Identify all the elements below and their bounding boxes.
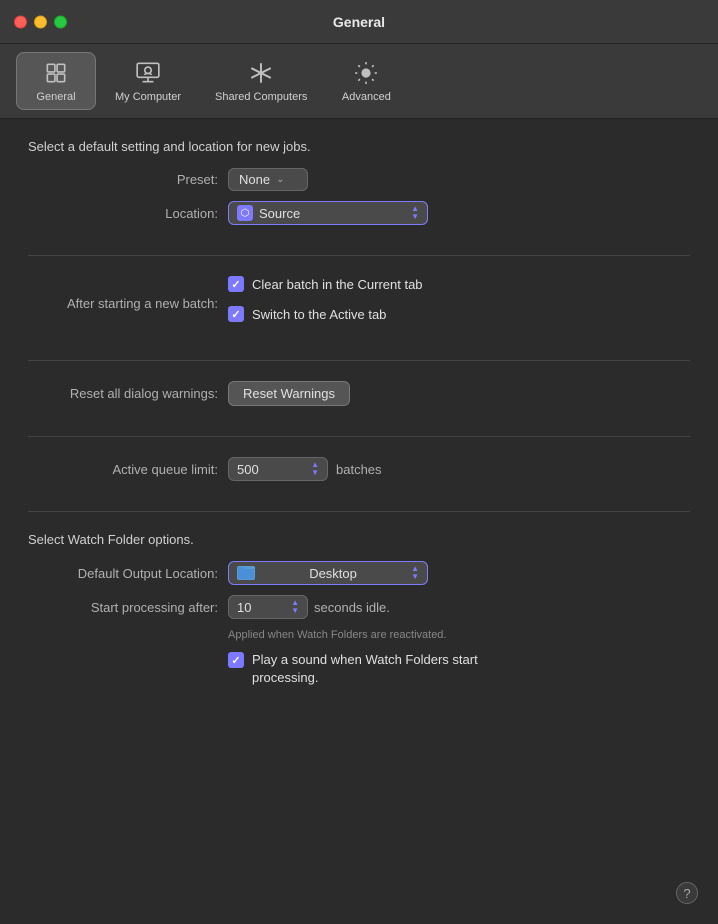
queue-limit-arrows-icon: ▲ ▼ bbox=[311, 461, 319, 477]
help-button[interactable]: ? bbox=[676, 882, 698, 904]
preset-row: Preset: None ⌄ bbox=[28, 168, 690, 191]
output-location-row: Default Output Location: Desktop ▲ ▼ bbox=[28, 561, 690, 585]
queue-limit-units: batches bbox=[336, 462, 382, 477]
clear-batch-checkbox[interactable]: ✓ bbox=[228, 276, 244, 292]
switch-active-checkbox[interactable]: ✓ bbox=[228, 306, 244, 322]
help-icon: ? bbox=[683, 886, 690, 901]
gear-icon bbox=[352, 59, 380, 87]
output-location-control: Desktop ▲ ▼ bbox=[228, 561, 428, 585]
queue-limit-spinner[interactable]: 500 ▲ ▼ bbox=[228, 457, 328, 481]
tab-shared-computers-label: Shared Computers bbox=[215, 91, 307, 103]
content-area: Select a default setting and location fo… bbox=[0, 119, 718, 757]
default-settings-section: Select a default setting and location fo… bbox=[28, 139, 690, 256]
after-batch-row: After starting a new batch: ✓ Clear batc… bbox=[28, 276, 690, 330]
after-batch-label: After starting a new batch: bbox=[28, 296, 228, 311]
traffic-lights bbox=[14, 15, 67, 28]
window-title: General bbox=[333, 14, 385, 30]
output-location-label: Default Output Location: bbox=[28, 566, 228, 581]
queue-limit-row: Active queue limit: 500 ▲ ▼ batches bbox=[28, 457, 690, 481]
start-processing-value: 10 bbox=[237, 600, 251, 615]
start-processing-arrows-icon: ▲ ▼ bbox=[291, 599, 299, 615]
reset-warnings-control: Reset Warnings bbox=[228, 381, 350, 406]
preset-dropdown[interactable]: None ⌄ bbox=[228, 168, 308, 191]
preset-label: Preset: bbox=[28, 172, 228, 187]
location-label: Location: bbox=[28, 206, 228, 221]
queue-limit-control: 500 ▲ ▼ batches bbox=[228, 457, 382, 481]
tab-general[interactable]: General bbox=[16, 52, 96, 110]
output-location-dropdown[interactable]: Desktop ▲ ▼ bbox=[228, 561, 428, 585]
start-processing-spinner[interactable]: 10 ▲ ▼ bbox=[228, 595, 308, 619]
general-icon bbox=[42, 59, 70, 87]
after-batch-section: After starting a new batch: ✓ Clear batc… bbox=[28, 276, 690, 361]
watch-folder-title: Select Watch Folder options. bbox=[28, 532, 690, 547]
tab-shared-computers[interactable]: Shared Computers bbox=[200, 52, 322, 110]
title-bar: General bbox=[0, 0, 718, 44]
location-folder-icon: ⬡ bbox=[237, 205, 253, 221]
watch-folder-section: Select Watch Folder options. Default Out… bbox=[28, 532, 690, 717]
location-dropdown[interactable]: ⬡ Source ▲ ▼ bbox=[228, 201, 428, 225]
after-batch-checkboxes: ✓ Clear batch in the Current tab ✓ Switc… bbox=[228, 276, 423, 330]
queue-limit-label: Active queue limit: bbox=[28, 462, 228, 477]
clear-batch-checkmark: ✓ bbox=[231, 278, 240, 291]
output-location-value: Desktop bbox=[309, 566, 357, 581]
location-control: ⬡ Source ▲ ▼ bbox=[228, 201, 428, 225]
reset-warnings-label: Reset all dialog warnings: bbox=[28, 386, 228, 401]
preset-value: None bbox=[239, 172, 270, 187]
asterisk-icon bbox=[247, 59, 275, 87]
start-processing-control: 10 ▲ ▼ seconds idle. bbox=[228, 595, 390, 619]
output-location-spinner-icon: ▲ ▼ bbox=[411, 565, 419, 581]
close-button[interactable] bbox=[14, 15, 27, 28]
reset-warnings-section: Reset all dialog warnings: Reset Warning… bbox=[28, 381, 690, 437]
toolbar: General My Computer Shared Computers bbox=[0, 44, 718, 119]
preset-chevron-icon: ⌄ bbox=[276, 174, 284, 185]
preset-control: None ⌄ bbox=[228, 168, 308, 191]
queue-limit-section: Active queue limit: 500 ▲ ▼ batches bbox=[28, 457, 690, 512]
sound-row: ✓ Play a sound when Watch Folders start … bbox=[228, 651, 690, 687]
switch-active-checkmark: ✓ bbox=[231, 308, 240, 321]
minimize-button[interactable] bbox=[34, 15, 47, 28]
maximize-button[interactable] bbox=[54, 15, 67, 28]
sound-checkbox[interactable]: ✓ bbox=[228, 652, 244, 668]
default-settings-title: Select a default setting and location fo… bbox=[28, 139, 690, 154]
tab-advanced-label: Advanced bbox=[342, 91, 391, 103]
tab-advanced[interactable]: Advanced bbox=[326, 52, 406, 110]
queue-limit-value: 500 bbox=[237, 462, 259, 477]
switch-active-row: ✓ Switch to the Active tab bbox=[228, 306, 423, 322]
clear-batch-label: Clear batch in the Current tab bbox=[252, 277, 423, 292]
reset-warnings-button[interactable]: Reset Warnings bbox=[228, 381, 350, 406]
switch-active-label: Switch to the Active tab bbox=[252, 307, 386, 322]
clear-batch-row: ✓ Clear batch in the Current tab bbox=[228, 276, 423, 292]
computer-icon bbox=[134, 59, 162, 87]
start-processing-units: seconds idle. bbox=[314, 600, 390, 615]
tab-my-computer[interactable]: My Computer bbox=[100, 52, 196, 110]
sound-checkmark: ✓ bbox=[231, 654, 240, 667]
tab-general-label: General bbox=[36, 91, 75, 103]
location-row: Location: ⬡ Source ▲ ▼ bbox=[28, 201, 690, 225]
tab-my-computer-label: My Computer bbox=[115, 91, 181, 103]
start-processing-row: Start processing after: 10 ▲ ▼ seconds i… bbox=[28, 595, 690, 619]
location-value: Source bbox=[259, 206, 405, 221]
desktop-folder-icon bbox=[237, 566, 255, 580]
start-processing-label: Start processing after: bbox=[28, 600, 228, 615]
reset-warnings-row: Reset all dialog warnings: Reset Warning… bbox=[28, 381, 690, 406]
sound-label: Play a sound when Watch Folders start pr… bbox=[252, 651, 512, 687]
location-spinner-icon: ▲ ▼ bbox=[411, 205, 419, 221]
watch-folder-hint: Applied when Watch Folders are reactivat… bbox=[228, 629, 690, 641]
